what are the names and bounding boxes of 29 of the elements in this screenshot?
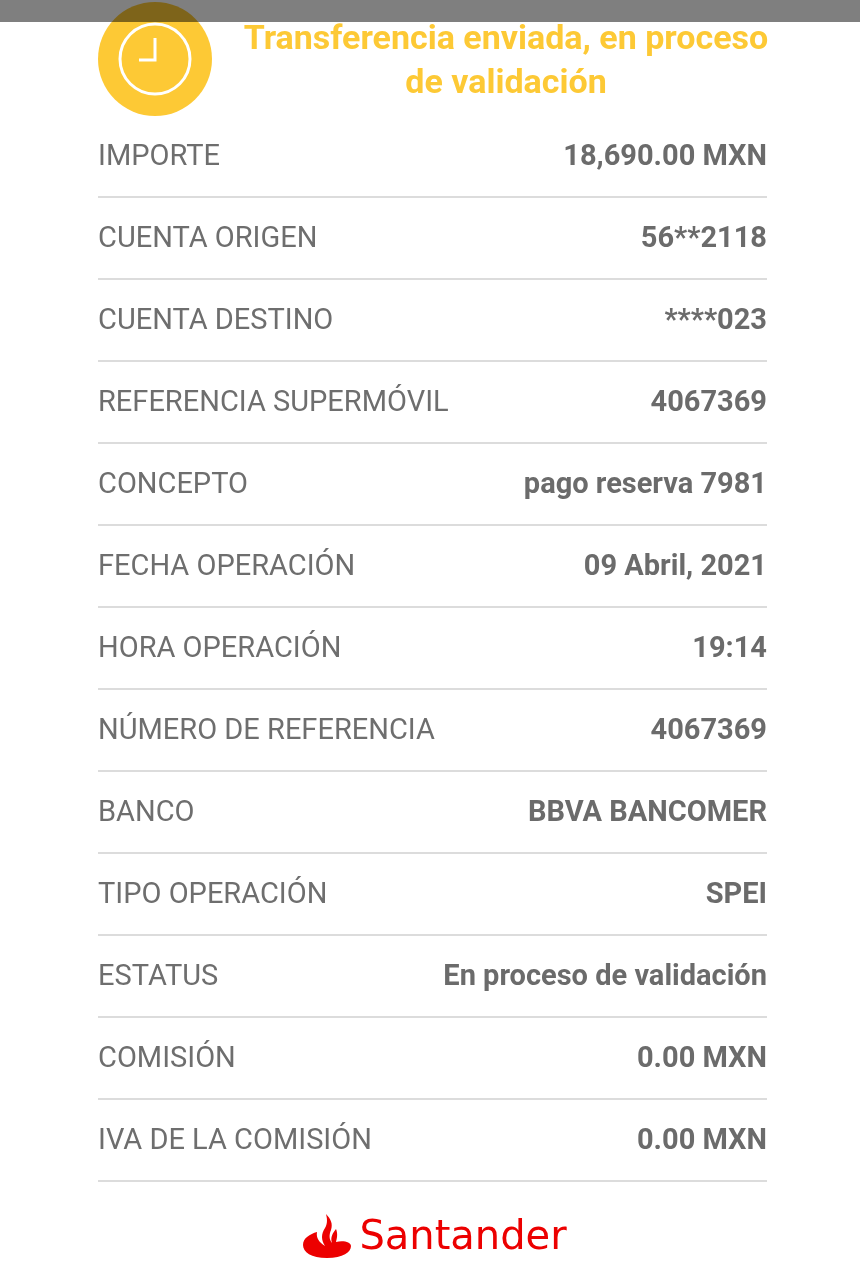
detail-value: ****023 (664, 301, 767, 339)
detail-label: CUENTA ORIGEN (98, 219, 318, 257)
detail-label: TIPO OPERACIÓN (98, 875, 328, 913)
detail-value: En proceso de validación (443, 957, 767, 995)
detail-label: FECHA OPERACIÓN (98, 547, 356, 585)
brand-name: Santander (359, 1215, 567, 1255)
detail-value: BBVA BANCOMER (528, 793, 767, 831)
detail-label: BANCO (98, 793, 195, 831)
detail-value: pago reserva 7981 (523, 465, 767, 503)
detail-value: 18,690.00 MXN (563, 137, 767, 175)
detail-label: CUENTA DESTINO (98, 301, 334, 339)
detail-value: 56**2118 (640, 219, 767, 257)
detail-value: 4067369 (650, 711, 767, 749)
detail-label: REFERENCIA SUPERMÓVIL (98, 383, 449, 421)
detail-value: SPEI (705, 875, 767, 913)
detail-label: IMPORTE (98, 137, 220, 175)
detail-label: ESTATUS (98, 957, 219, 995)
detail-label: IVA DE LA COMISIÓN (98, 1121, 372, 1159)
detail-value: 09 Abril, 2021 (583, 547, 767, 585)
detail-value: 0.00 MXN (636, 1121, 767, 1159)
detail-label: CONCEPTO (98, 465, 249, 503)
transfer-status-title: Transferencia enviada, en proceso de validación (242, 15, 770, 103)
flame-logo-icon (303, 1212, 352, 1258)
detail-value: 19:14 (692, 629, 767, 667)
detail-label: HORA OPERACIÓN (98, 629, 342, 667)
detail-label: COMISIÓN (98, 1039, 236, 1077)
detail-value: 0.00 MXN (636, 1039, 767, 1077)
detail-label: NÚMERO DE REFERENCIA (98, 711, 435, 749)
detail-value: 4067369 (650, 383, 767, 421)
